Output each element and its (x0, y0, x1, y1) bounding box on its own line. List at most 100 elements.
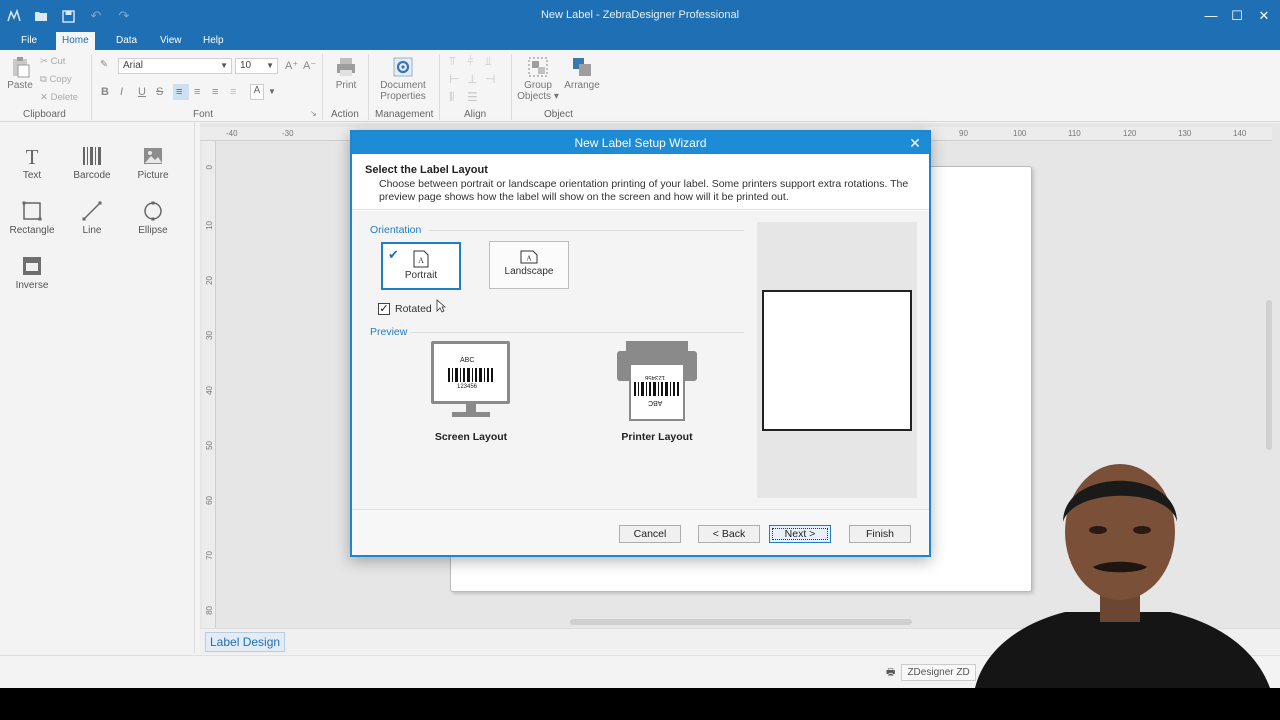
ruler-tick: 0 (205, 165, 214, 170)
grow-font-icon[interactable]: A⁺ (285, 59, 298, 72)
align-middle-icon[interactable]: ⫩ (467, 54, 474, 69)
group-objects-icon (528, 57, 548, 77)
print-label: Print (335, 80, 357, 91)
minimize-button[interactable]: — (1201, 6, 1221, 26)
copy-label: Copy (49, 74, 72, 85)
copy-button[interactable]: ⧉ Copy (40, 74, 72, 85)
section-divider (410, 332, 744, 333)
object-group-label: Object (544, 109, 573, 120)
font-color-button[interactable]: A (250, 84, 264, 100)
rotated-label[interactable]: Rotated (395, 303, 432, 315)
tab-file[interactable]: File (15, 32, 43, 50)
ruler-tick: 140 (1233, 129, 1247, 138)
inverse-tool-icon (23, 257, 41, 275)
font-family-value: Arial (123, 60, 144, 71)
arrange-button[interactable]: Arrange (562, 56, 602, 91)
tool-ellipse[interactable]: Ellipse (128, 200, 178, 236)
next-button[interactable]: Next > (769, 525, 831, 543)
tool-inverse[interactable]: Inverse (7, 255, 57, 291)
cancel-button[interactable]: Cancel (619, 525, 681, 543)
strikethrough-button[interactable]: S (156, 86, 163, 98)
svg-text:A: A (526, 255, 531, 263)
horizontal-scrollbar[interactable] (570, 619, 912, 625)
ribbon-tabs: File Home Data View Help (0, 32, 1280, 50)
bold-button[interactable]: B (101, 86, 109, 98)
align-center-icon[interactable]: ≡ (194, 86, 200, 98)
screen-barcode-text-top: ABC (460, 357, 475, 364)
text-tool-icon: T (26, 145, 39, 167)
window-title: New Label - ZebraDesigner Professional (540, 9, 740, 21)
ribbon-separator (439, 54, 440, 120)
portrait-option[interactable]: ✔ A Portrait (381, 242, 461, 290)
format-painter-icon[interactable]: ✎ (100, 59, 108, 70)
tab-home[interactable]: Home (56, 32, 95, 50)
italic-button[interactable]: I (120, 86, 123, 98)
tab-data[interactable]: Data (110, 32, 143, 50)
dialog-footer: Cancel < Back Next > Finish (352, 509, 929, 555)
document-properties-label-1: Document (380, 80, 426, 91)
dialog-launcher-icon[interactable]: ↘ (310, 109, 317, 118)
tool-picture[interactable]: Picture (128, 145, 178, 181)
management-group-label: Management (375, 109, 434, 120)
printer-barcode-text-top: ABC (648, 399, 663, 406)
paste-button[interactable]: Paste (6, 56, 34, 91)
tool-rectangle[interactable]: Rectangle (7, 200, 57, 236)
justify-icon[interactable]: ≡ (230, 86, 236, 98)
print-button[interactable]: Print (331, 56, 361, 91)
align-bottom-icon[interactable]: ⫫ (485, 54, 492, 69)
align-center-objects-icon[interactable]: ⊥ (467, 72, 477, 86)
printer-preview-icon (617, 341, 697, 421)
distribute-horizontal-icon[interactable]: ⦀ (449, 90, 454, 105)
rotated-checkbox[interactable]: ✓ (378, 303, 390, 315)
group-objects-button[interactable]: Group Objects ▾ (516, 56, 560, 102)
picture-tool-icon (144, 148, 162, 164)
font-size-value: 10 (240, 60, 252, 71)
font-family-select[interactable]: Arial ▼ (118, 58, 232, 74)
monitor-preview-icon (431, 341, 510, 417)
back-button[interactable]: < Back (698, 525, 760, 543)
new-label-wizard-dialog: New Label Setup Wizard ✕ Select the Labe… (350, 130, 931, 557)
document-properties-button[interactable]: Document Properties (376, 56, 430, 102)
action-group-label: Action (331, 109, 359, 120)
dialog-body: Orientation ✔ A Portrait A Landscape ✓ R… (352, 211, 929, 509)
ruler-tick: 60 (205, 496, 214, 505)
align-top-icon[interactable]: ⫪ (449, 54, 456, 69)
paste-icon (13, 57, 30, 78)
chevron-down-icon[interactable]: ▼ (268, 87, 276, 96)
portrait-page-icon: A (413, 250, 429, 268)
landscape-option[interactable]: A Landscape (489, 241, 569, 289)
delete-button[interactable]: ✕ Delete (40, 92, 78, 103)
align-right-icon[interactable]: ≡ (212, 86, 218, 98)
dialog-close-button[interactable]: ✕ (907, 132, 923, 154)
cut-button[interactable]: ✂ Cut (40, 56, 65, 67)
tab-view[interactable]: View (154, 32, 188, 50)
ruler-tick: 40 (205, 386, 214, 395)
label-preview (762, 290, 912, 431)
section-divider (429, 230, 744, 231)
dialog-heading: Select the Label Layout (365, 164, 488, 176)
maximize-button[interactable]: ☐ (1227, 6, 1247, 26)
tab-label-design[interactable]: Label Design (205, 632, 286, 652)
tool-line[interactable]: Line (67, 200, 117, 236)
tool-text[interactable]: T Text (7, 145, 57, 181)
ruler-tick: -30 (282, 129, 294, 138)
align-left-objects-icon[interactable]: ⊢ (449, 72, 459, 86)
finish-button[interactable]: Finish (849, 525, 911, 543)
ruler-tick: 110 (1068, 129, 1081, 138)
shrink-font-icon[interactable]: A⁻ (303, 59, 316, 72)
align-right-objects-icon[interactable]: ⊣ (485, 72, 495, 86)
font-size-select[interactable]: 10 ▼ (235, 58, 278, 74)
mouse-cursor-icon (436, 299, 446, 313)
distribute-vertical-icon[interactable]: ☰ (467, 90, 478, 104)
dialog-title: New Label Setup Wizard (352, 132, 929, 154)
ribbon-separator (91, 54, 92, 120)
underline-button[interactable]: U (138, 86, 146, 98)
orientation-section-label: Orientation (370, 224, 422, 236)
tool-barcode[interactable]: Barcode (67, 145, 117, 181)
tool-rectangle-label: Rectangle (9, 225, 55, 236)
ribbon-separator (511, 54, 512, 120)
close-window-button[interactable]: ✕ (1254, 6, 1274, 26)
tab-help[interactable]: Help (197, 32, 230, 50)
vertical-scrollbar[interactable] (1266, 300, 1272, 450)
line-tool-icon (82, 201, 102, 221)
